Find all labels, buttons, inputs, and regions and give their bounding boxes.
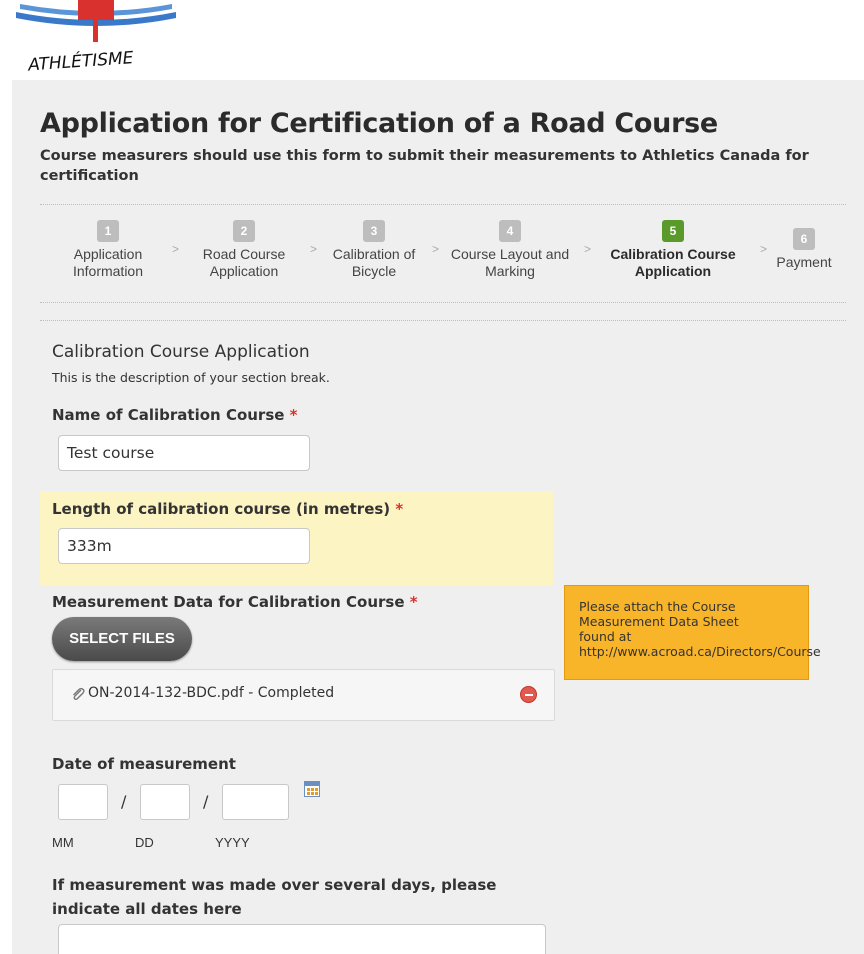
- page-subtitle: Course measurers should use this form to…: [40, 148, 809, 184]
- day-sublabel: DD: [135, 835, 154, 850]
- multi-dates-label: If measurement was made over several day…: [52, 876, 497, 918]
- required-mark: *: [289, 406, 298, 424]
- date-field-label: Date of measurement: [52, 755, 236, 773]
- step-separator: >: [310, 242, 318, 256]
- year-sublabel: YYYY: [215, 835, 250, 850]
- uploaded-file-name: ON-2014-132-BDC.pdf - Completed: [88, 685, 335, 701]
- tooltip-url: http://www.acroad.ca/Directors/Course: [579, 644, 821, 659]
- step-label: Calibration Course Application: [610, 246, 736, 279]
- step-6[interactable]: 6 Payment: [768, 228, 840, 271]
- paperclip-icon: [73, 687, 85, 701]
- step-number: 3: [363, 220, 385, 242]
- form-page: Application for Certification of a Road …: [12, 80, 864, 954]
- section-description: This is the description of your section …: [52, 370, 330, 385]
- step-number: 6: [793, 228, 815, 250]
- step-number: 5: [662, 220, 684, 242]
- date-separator: /: [203, 792, 209, 811]
- calendar-icon[interactable]: [304, 781, 320, 797]
- date-separator: /: [121, 792, 127, 811]
- step-1[interactable]: 1 Application Information: [60, 220, 156, 280]
- length-field-label: Length of calibration course (in metres)…: [52, 500, 404, 518]
- step-separator: >: [432, 242, 440, 256]
- multi-dates-textarea[interactable]: [58, 924, 546, 954]
- required-mark: *: [409, 593, 418, 611]
- step-4[interactable]: 4 Course Layout and Marking: [440, 220, 580, 280]
- step-2[interactable]: 2 Road Course Application: [188, 220, 300, 280]
- step-3[interactable]: 3 Calibration of Bicycle: [322, 220, 426, 280]
- step-number: 4: [499, 220, 521, 242]
- calibration-course-name-input[interactable]: Test course: [58, 435, 310, 471]
- step-5-active[interactable]: 5 Calibration Course Application: [598, 220, 748, 280]
- name-field-label: Name of Calibration Course *: [52, 406, 298, 424]
- step-separator: >: [584, 242, 592, 256]
- date-year-input[interactable]: [222, 784, 289, 820]
- logo-band: ATHLÉTISME: [0, 0, 864, 80]
- step-label: Payment: [776, 254, 832, 270]
- logo-text: ATHLÉTISME: [26, 46, 134, 75]
- divider-top: [40, 204, 846, 205]
- athletics-logo: ATHLÉTISME: [16, 0, 176, 76]
- step-label: Application Information: [72, 246, 144, 279]
- tooltip-line: Measurement Data Sheet: [579, 614, 739, 629]
- tooltip-line: Please attach the Course: [579, 599, 736, 614]
- divider-steps: [40, 302, 846, 303]
- step-separator: >: [172, 242, 180, 256]
- month-sublabel: MM: [52, 835, 74, 850]
- uploaded-file-row: ON-2014-132-BDC.pdf - Completed: [52, 669, 555, 721]
- divider-section: [40, 320, 846, 321]
- step-number: 1: [97, 220, 119, 242]
- help-tooltip: Please attach the Course Measurement Dat…: [564, 585, 821, 680]
- required-mark: *: [395, 500, 404, 518]
- select-files-button[interactable]: SELECT FILES: [52, 617, 192, 661]
- date-day-input[interactable]: [140, 784, 190, 820]
- step-label: Road Course Application: [202, 246, 286, 279]
- step-label: Course Layout and Marking: [450, 246, 570, 279]
- date-month-input[interactable]: [58, 784, 108, 820]
- step-label: Calibration of Bicycle: [332, 246, 416, 279]
- measurement-data-label: Measurement Data for Calibration Course …: [52, 593, 418, 611]
- tooltip-line: found at: [579, 629, 632, 644]
- progress-steps: 1 Application Information > 2 Road Course…: [40, 220, 846, 300]
- step-separator: >: [760, 242, 768, 256]
- remove-file-icon[interactable]: [520, 686, 537, 703]
- calibration-length-input[interactable]: 333m: [58, 528, 310, 564]
- page-title: Application for Certification of a Road …: [40, 108, 718, 139]
- section-title: Calibration Course Application: [52, 342, 310, 362]
- step-number: 2: [233, 220, 255, 242]
